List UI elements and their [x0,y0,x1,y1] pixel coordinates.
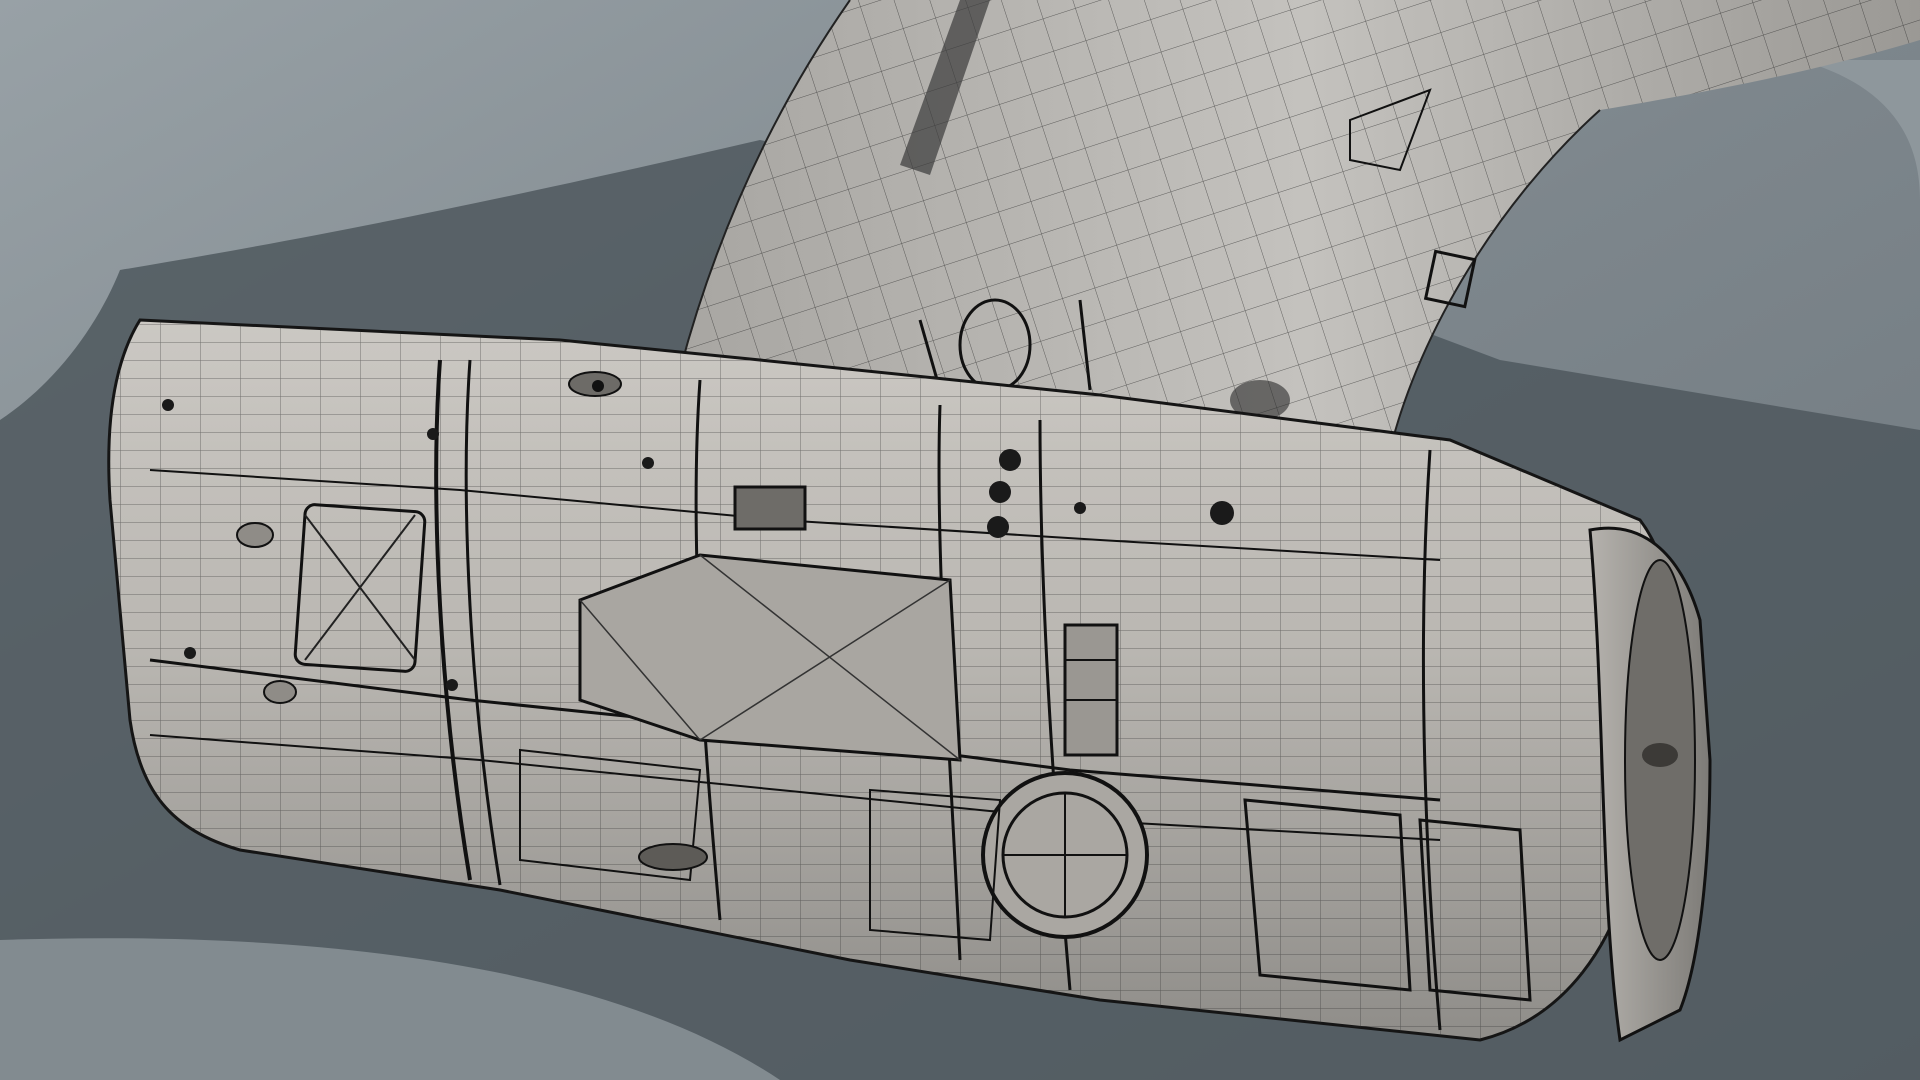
scene-render [0,0,1920,1080]
render-viewport [0,0,1920,1080]
